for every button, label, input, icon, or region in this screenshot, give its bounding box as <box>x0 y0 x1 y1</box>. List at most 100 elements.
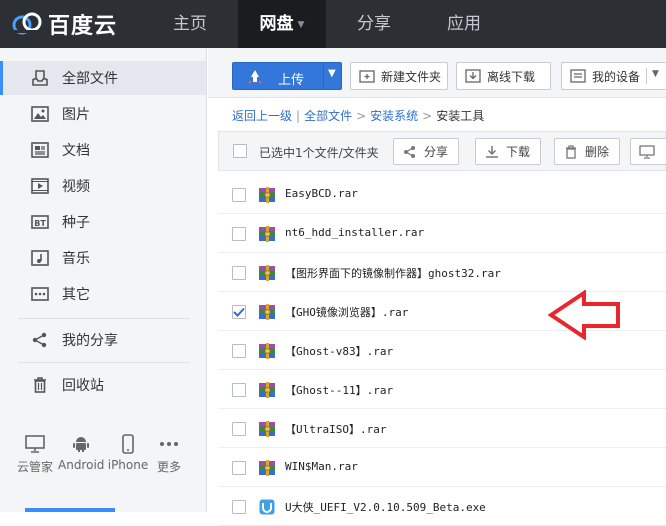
nav-home[interactable]: 主页 <box>152 0 228 48</box>
file-checkbox[interactable] <box>232 305 246 319</box>
my-devices-label: 我的设备 <box>592 69 641 84</box>
offline-download-icon <box>465 68 481 84</box>
file-row[interactable]: 【图形界面下的镜像制作器】ghost32.rar <box>218 253 666 292</box>
upload-button[interactable]: 上传 ▼ <box>232 62 342 90</box>
file-name[interactable]: 【Ghost--11】.rar <box>285 382 393 398</box>
nav-apps[interactable]: 应用 <box>426 0 502 48</box>
breadcrumb: 返回上一级 | 全部文件 > 安装系统 > 安装工具 <box>232 107 484 124</box>
trash-icon <box>30 375 50 395</box>
selection-count-text: 已选中1个文件/文件夹 <box>259 146 379 160</box>
file-name[interactable]: 【GHO镜像浏览器】.rar <box>285 304 408 320</box>
breadcrumb-current: 安装工具 <box>436 109 485 123</box>
brand-logo[interactable]: 百度云 <box>10 8 117 40</box>
document-icon <box>30 140 50 160</box>
rar-icon <box>259 343 275 363</box>
file-row[interactable]: 【UltraISO】.rar <box>218 409 666 448</box>
file-checkbox[interactable] <box>232 227 246 241</box>
breadcrumb-all-files[interactable]: 全部文件 <box>304 109 352 123</box>
nav-home-label: 主页 <box>173 14 207 34</box>
sidebar-item-torrents[interactable]: BT 种子 <box>0 205 206 239</box>
file-checkbox[interactable] <box>232 422 246 436</box>
share-icon <box>402 144 418 160</box>
rar-icon <box>259 265 275 285</box>
new-folder-icon <box>359 68 375 84</box>
music-icon <box>30 248 50 268</box>
sidebar-item-images[interactable]: 图片 <box>0 97 206 131</box>
devices-icon <box>570 68 586 84</box>
iphone-icon <box>105 434 151 454</box>
check-icon <box>233 307 245 317</box>
rar-icon <box>259 460 275 480</box>
file-checkbox[interactable] <box>232 188 246 202</box>
my-devices-button[interactable]: 我的设备 ▼ <box>561 62 666 90</box>
delete-button[interactable]: 删除 <box>554 138 620 165</box>
offline-download-label: 离线下载 <box>487 69 536 84</box>
cloud-logo-icon <box>12 12 42 35</box>
client-iphone[interactable]: iPhone <box>105 434 151 472</box>
breadcrumb-back-link[interactable]: 返回上一级 <box>232 109 292 123</box>
video-icon <box>30 176 50 196</box>
sidebar-item-my-shares[interactable]: 我的分享 <box>0 323 206 357</box>
share-label: 分享 <box>424 145 449 159</box>
client-label: Android <box>58 458 105 472</box>
file-checkbox[interactable] <box>232 383 246 397</box>
file-row[interactable]: U大侠_UEFI_V2.0.10.509_Beta.exe <box>218 487 666 526</box>
breadcrumb-install-system[interactable]: 安装系统 <box>370 109 418 123</box>
file-tray-icon <box>30 68 50 88</box>
chevron-down-icon[interactable]: ▼ <box>652 69 659 79</box>
nav-apps-label: 应用 <box>447 14 481 34</box>
nav-share[interactable]: 分享 <box>336 0 412 48</box>
more-dots-icon <box>30 284 50 304</box>
share-button[interactable]: 分享 <box>393 138 459 165</box>
client-pc[interactable]: 云管家 <box>12 434 58 475</box>
ellipsis-icon <box>146 434 192 454</box>
file-checkbox[interactable] <box>232 461 246 475</box>
nav-netdisk[interactable]: 网盘 ▼ <box>238 0 326 48</box>
exe-icon <box>259 499 275 519</box>
sidebar-item-label: 图片 <box>62 107 90 123</box>
rar-icon <box>259 304 275 324</box>
file-row[interactable]: 【Ghost--11】.rar <box>218 370 666 409</box>
new-folder-button[interactable]: 新建文件夹 <box>350 62 448 90</box>
chevron-down-icon[interactable]: ▼ <box>328 68 336 79</box>
file-checkbox[interactable] <box>232 344 246 358</box>
download-icon <box>484 144 500 160</box>
sidebar-item-recycle-bin[interactable]: 回收站 <box>0 368 206 402</box>
sidebar-item-videos[interactable]: 视频 <box>0 169 206 203</box>
sidebar-item-all-files[interactable]: 全部文件 <box>0 61 206 95</box>
client-android[interactable]: Android <box>58 434 104 472</box>
offline-download-button[interactable]: 离线下载 <box>456 62 551 90</box>
file-name[interactable]: EasyBCD.rar <box>285 187 358 200</box>
file-row[interactable]: WIN$Man.rar <box>218 448 666 487</box>
file-name[interactable]: 【Ghost-v83】.rar <box>285 343 393 359</box>
file-name[interactable]: nt6_hdd_installer.rar <box>285 226 424 239</box>
sidebar-item-music[interactable]: 音乐 <box>0 241 206 275</box>
file-name[interactable]: 【UltraISO】.rar <box>285 421 386 437</box>
sidebar-divider <box>18 318 190 319</box>
file-name[interactable]: U大侠_UEFI_V2.0.10.509_Beta.exe <box>285 499 486 515</box>
download-button[interactable]: 下载 <box>475 138 541 165</box>
brand-name: 百度云 <box>48 14 118 39</box>
file-checkbox[interactable] <box>232 266 246 280</box>
file-name[interactable]: 【图形界面下的镜像制作器】ghost32.rar <box>285 265 501 281</box>
monitor-icon <box>12 434 58 454</box>
rar-icon <box>259 421 275 441</box>
devices-split <box>646 68 647 84</box>
client-more[interactable]: 更多 <box>146 434 192 475</box>
svg-text:BT: BT <box>34 219 46 228</box>
new-folder-label: 新建文件夹 <box>381 69 442 84</box>
upload-label: 上传 <box>278 73 305 88</box>
sidebar-item-label: 音乐 <box>62 251 90 267</box>
upload-split <box>323 63 324 89</box>
sidebar-item-label: 其它 <box>62 287 90 303</box>
sidebar-item-documents[interactable]: 文档 <box>0 133 206 167</box>
client-label: 更多 <box>156 460 181 474</box>
file-row[interactable]: EasyBCD.rar <box>218 175 666 214</box>
file-name[interactable]: WIN$Man.rar <box>285 460 358 473</box>
select-all-checkbox[interactable] <box>233 144 247 158</box>
more-actions-button[interactable] <box>630 138 666 165</box>
file-row[interactable]: nt6_hdd_installer.rar <box>218 214 666 253</box>
sidebar-item-label: 回收站 <box>62 378 104 394</box>
sidebar-item-other[interactable]: 其它 <box>0 277 206 311</box>
nav-share-label: 分享 <box>357 14 391 34</box>
